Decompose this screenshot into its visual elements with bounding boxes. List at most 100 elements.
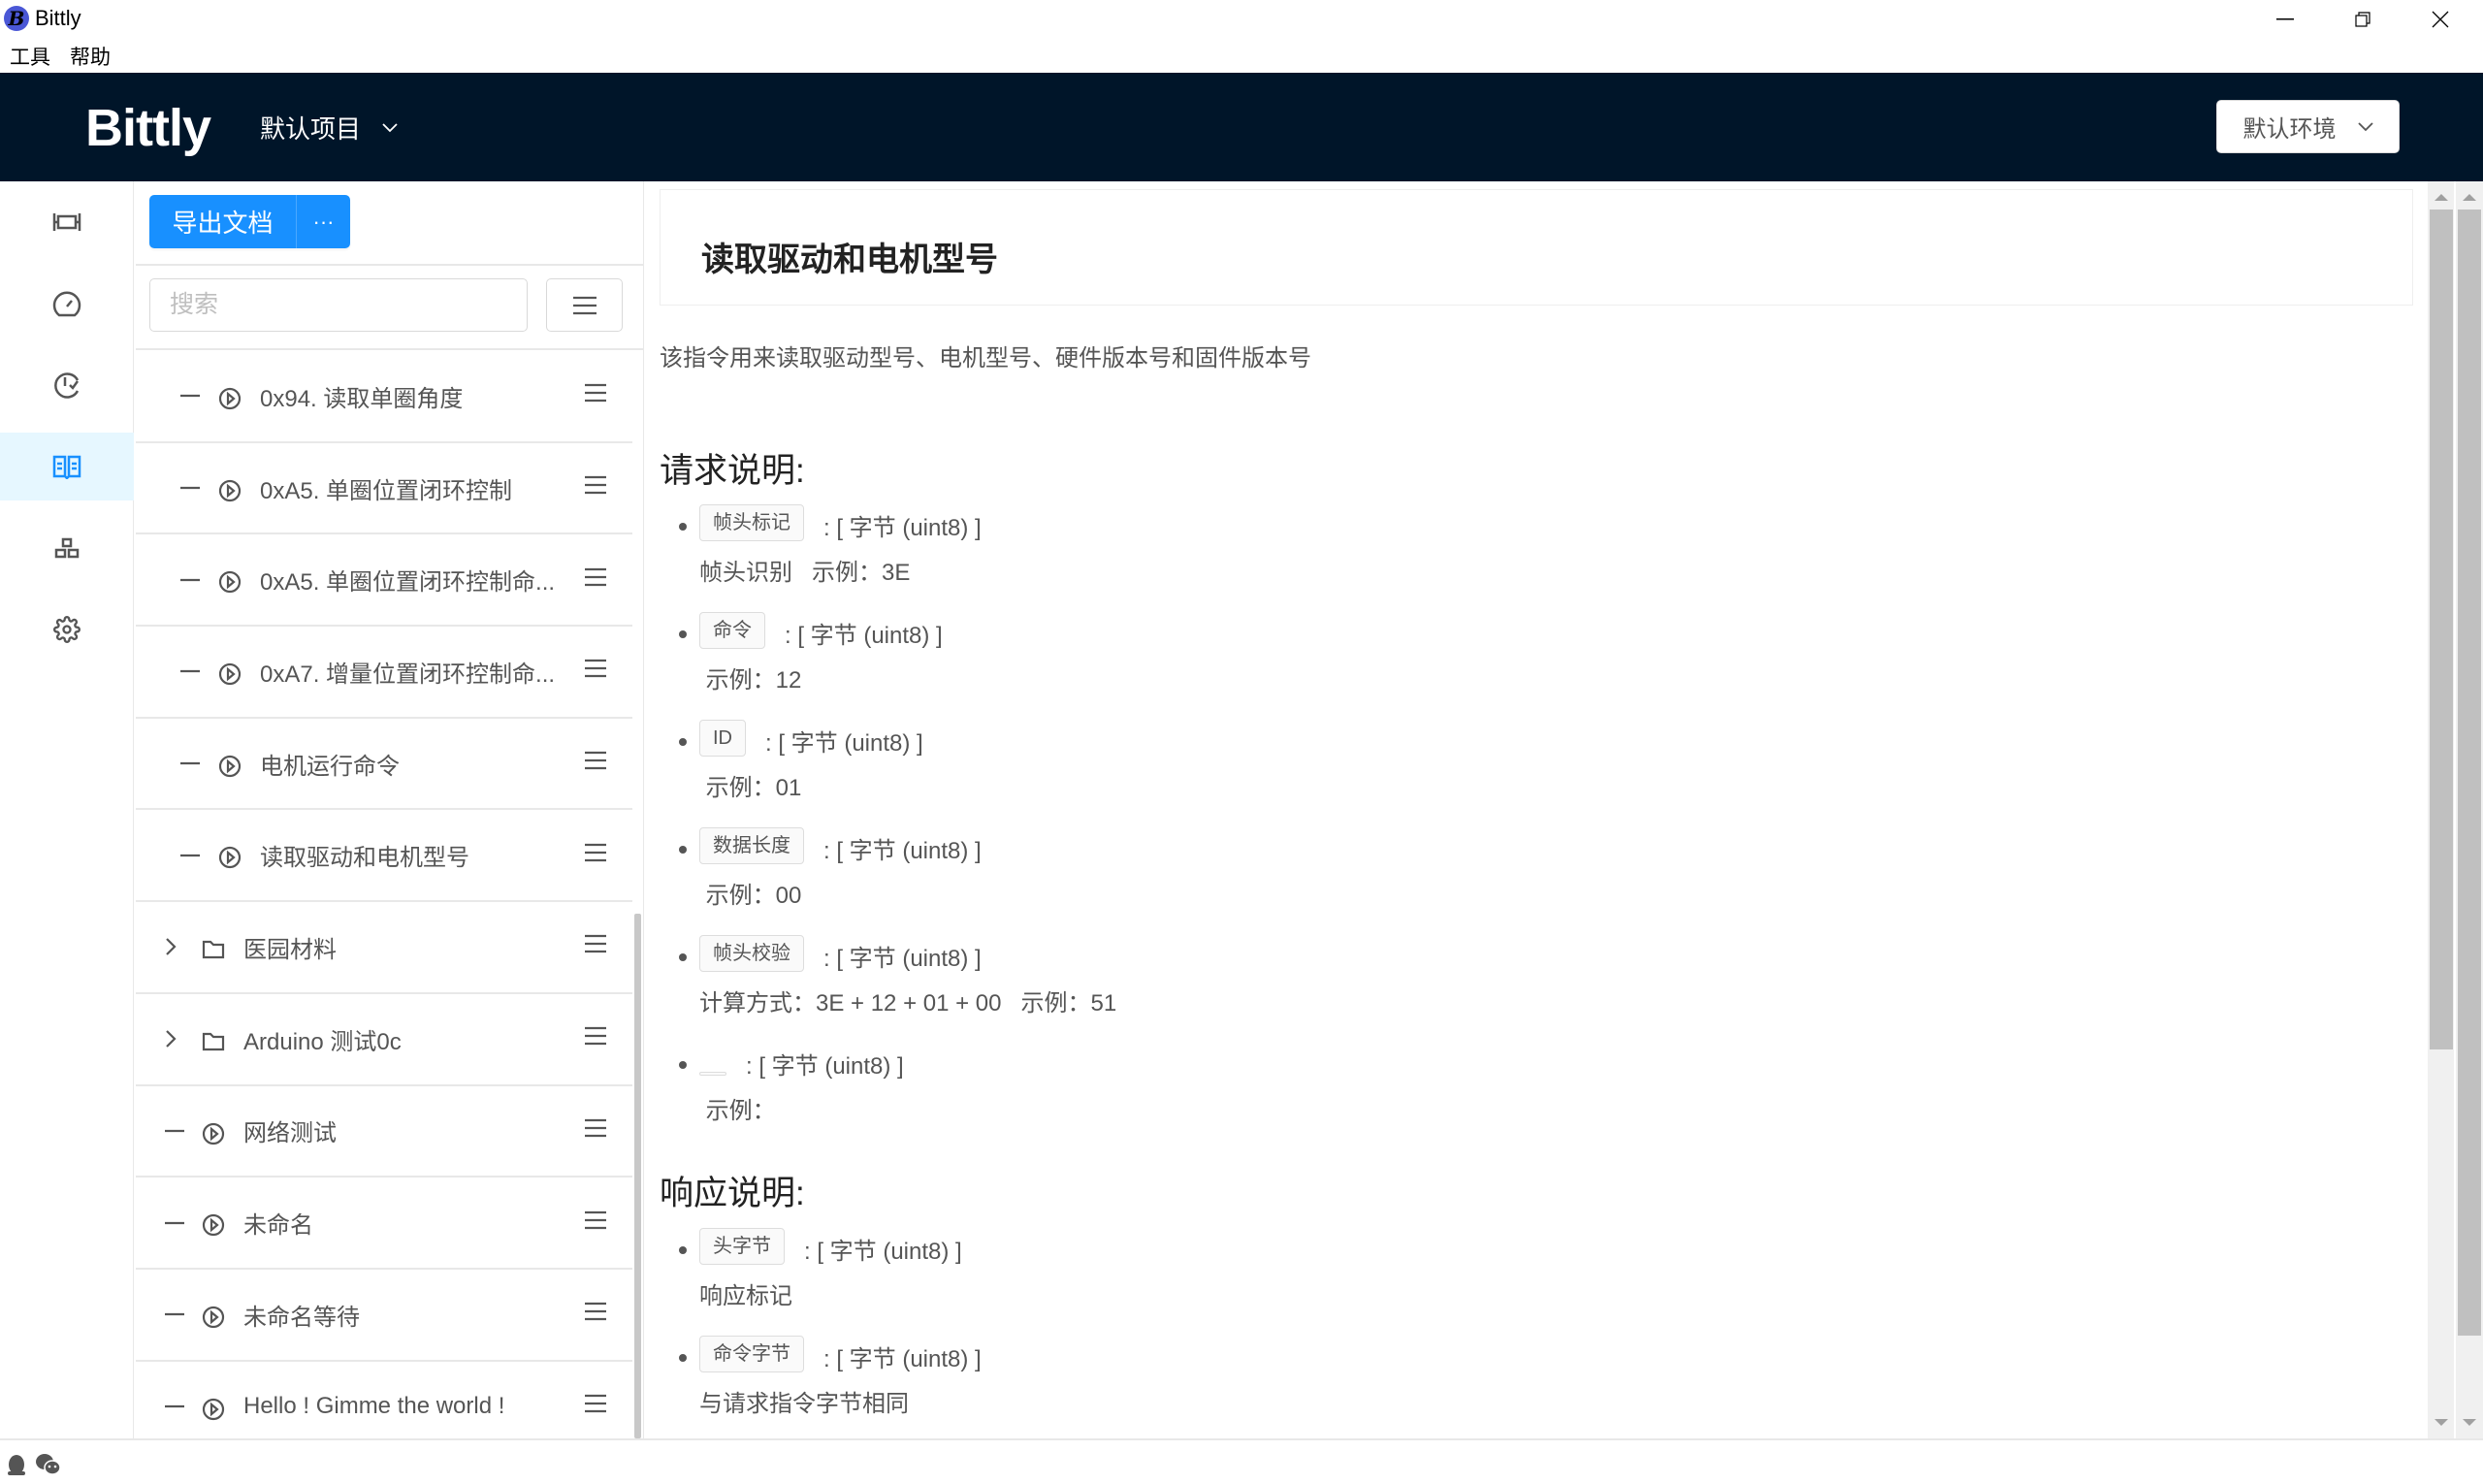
tree-menu-button[interactable] [546, 278, 623, 332]
sidebar-item-settings[interactable] [0, 596, 134, 663]
tree-item[interactable]: 医园材料 [136, 902, 632, 994]
tree-item[interactable]: 网络测试 [136, 1086, 632, 1178]
request-icon-wrap [218, 846, 242, 876]
menu-icon [585, 384, 606, 403]
menu-tools[interactable]: 工具 [10, 42, 50, 71]
scrollbar-thumb[interactable] [2430, 210, 2453, 1049]
item-menu-button[interactable] [585, 1393, 606, 1420]
field-description: 示例： [699, 1098, 776, 1124]
tree-item[interactable]: 0x94. 读取单圈角度 [136, 351, 632, 443]
item-menu-button[interactable] [585, 1025, 606, 1052]
environment-select[interactable]: 默认环境 [2216, 100, 2400, 153]
request-heading: 请求说明: [660, 452, 805, 490]
item-menu-button[interactable] [585, 658, 606, 685]
collapse-toggle[interactable] [165, 1221, 184, 1225]
sidebar-item-serial[interactable] [0, 188, 134, 256]
play-circle-icon [218, 387, 242, 410]
play-circle-icon [218, 662, 242, 686]
scrollbar-thumb[interactable] [2458, 210, 2481, 1336]
play-circle-icon [202, 1122, 225, 1145]
field-description: 示例：12 [699, 667, 802, 694]
export-docs-button[interactable]: 导出文档 [149, 195, 297, 248]
scroll-down-icon[interactable] [2435, 1419, 2448, 1426]
request-icon-wrap [218, 387, 242, 417]
collapse-toggle[interactable] [165, 1312, 184, 1316]
tree-scrollbar[interactable] [634, 914, 641, 1438]
sidebar-item-dashboard[interactable] [0, 270, 134, 338]
tree-item[interactable]: 电机运行命令 [136, 719, 632, 811]
collapse-toggle[interactable] [180, 486, 200, 490]
sidebar-item-docs[interactable] [0, 433, 134, 500]
expand-toggle[interactable] [165, 1029, 177, 1048]
bullet [679, 1061, 687, 1069]
folder-icon-wrap [202, 938, 225, 966]
item-menu-button[interactable] [585, 1210, 606, 1237]
field-type: : [ 字节 (uint8) ] [823, 946, 982, 972]
qq-icon[interactable] [7, 1452, 26, 1475]
tree-item[interactable]: 0xA7. 增量位置闭环控制命... [136, 627, 632, 719]
collapse-toggle[interactable] [180, 394, 200, 398]
project-name: 默认项目 [260, 114, 362, 144]
menu-help[interactable]: 帮助 [70, 42, 111, 71]
tree-item[interactable]: 读取驱动和电机型号 [136, 810, 632, 903]
content-scrollbar[interactable] [2428, 181, 2454, 1438]
collapse-toggle[interactable] [165, 1129, 184, 1133]
bullet [679, 953, 687, 961]
scroll-up-icon[interactable] [2463, 194, 2476, 201]
field-name-tag: 头字节 [699, 1228, 785, 1265]
menu-icon [585, 567, 606, 586]
restore-button[interactable] [2324, 0, 2402, 39]
gear-icon [53, 616, 81, 643]
bullet [679, 523, 687, 531]
tree-item-label: 0xA5. 单圈位置闭环控制 [260, 477, 513, 504]
expand-toggle[interactable] [165, 937, 177, 956]
item-menu-button[interactable] [585, 1117, 606, 1145]
tree-item-label: Arduino 测试0c [243, 1028, 402, 1055]
minimize-button[interactable] [2246, 0, 2324, 39]
tree-item[interactable]: 0xA5. 单圈位置闭环控制命... [136, 534, 632, 628]
collapse-toggle[interactable] [180, 854, 200, 857]
tree-item[interactable]: 未命名 [136, 1178, 632, 1270]
environment-name: 默认环境 [2242, 116, 2337, 143]
chevron-right-icon [166, 1030, 177, 1048]
bullet [679, 1354, 687, 1362]
tree-item[interactable]: Arduino 测试0c [136, 994, 632, 1086]
collapse-toggle[interactable] [180, 578, 200, 582]
title-card: 读取驱动和电机型号 [660, 189, 2413, 306]
tree-item[interactable]: Hello ! Gimme the world ! [136, 1362, 632, 1438]
window-scrollbar[interactable] [2456, 181, 2483, 1438]
tree-item[interactable]: 0xA5. 单圈位置闭环控制 [136, 443, 632, 535]
menu-icon [585, 935, 606, 953]
tree-item[interactable]: 未命名等待 [136, 1270, 632, 1362]
collapse-toggle[interactable] [180, 761, 200, 765]
item-menu-button[interactable] [585, 750, 606, 777]
close-button[interactable] [2402, 0, 2479, 39]
item-menu-button[interactable] [585, 933, 606, 960]
title-bar: B Bittly [0, 0, 2483, 39]
collapse-toggle[interactable] [180, 669, 200, 673]
tree-list: 0x94. 读取单圈角度 0xA5. 单圈位置闭环控制 0xA5. 单圈位置闭环控制… [136, 351, 632, 1438]
item-menu-button[interactable] [585, 382, 606, 409]
search-input[interactable] [149, 278, 528, 332]
menu-icon [585, 1118, 606, 1137]
item-menu-button[interactable] [585, 842, 606, 869]
sidebar-item-tests[interactable] [0, 351, 134, 419]
menu-icon [585, 751, 606, 770]
play-circle-icon [218, 479, 242, 501]
request-icon-wrap [218, 570, 242, 600]
collapse-toggle[interactable] [165, 1404, 184, 1408]
response-heading: 响应说明: [660, 1175, 805, 1212]
export-more-button[interactable]: ··· [297, 195, 350, 248]
item-menu-button[interactable] [585, 566, 606, 594]
wechat-icon[interactable] [35, 1453, 62, 1476]
scroll-down-icon[interactable] [2463, 1419, 2476, 1426]
item-menu-button[interactable] [585, 1301, 606, 1328]
icon-sidebar [0, 181, 134, 1438]
field-description: 示例：01 [699, 775, 802, 801]
serial-port-icon [52, 213, 81, 231]
project-select[interactable]: 默认项目 [260, 110, 398, 145]
scroll-up-icon[interactable] [2435, 194, 2448, 201]
item-menu-button[interactable] [585, 474, 606, 501]
bullet [679, 846, 687, 854]
sidebar-item-modules[interactable] [0, 514, 134, 582]
